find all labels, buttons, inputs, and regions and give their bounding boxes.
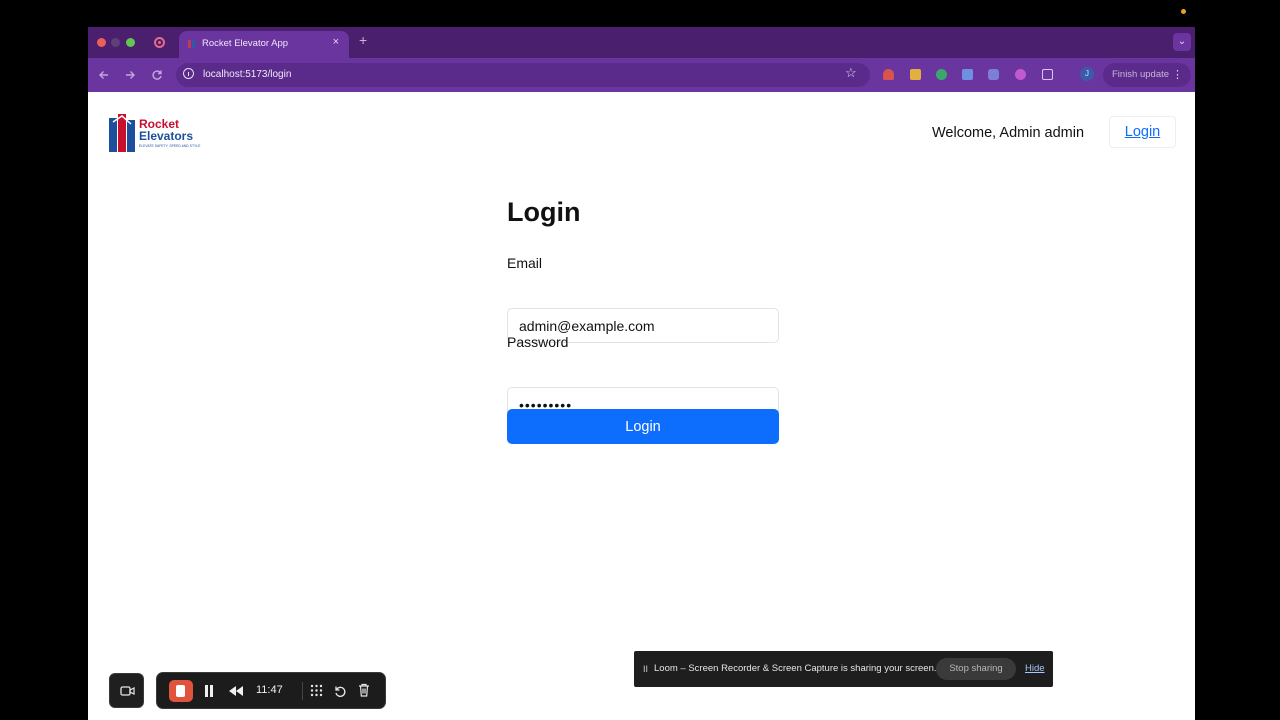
finish-update-button[interactable]: Finish update ⋮ <box>1103 63 1191 87</box>
recording-timer: 11:47 <box>256 684 283 696</box>
pause-recording-icon[interactable] <box>204 685 214 697</box>
kebab-menu-icon[interactable]: ⋮ <box>1172 63 1183 87</box>
logo-tagline: ELEVATE SAFETY, SPEED AND STYLE <box>139 144 201 148</box>
tab-search-button[interactable]: ⌄ <box>1173 33 1191 51</box>
close-window-button[interactable] <box>97 38 106 47</box>
new-tab-button[interactable]: + <box>359 32 367 48</box>
site-info-icon[interactable] <box>183 68 194 79</box>
rewind-icon[interactable] <box>229 686 243 696</box>
loom-extension-icon[interactable] <box>1015 69 1026 80</box>
tab-title: Rocket Elevator App <box>202 38 289 49</box>
translate-extension-icon[interactable] <box>962 69 973 80</box>
favicon-icon <box>188 40 195 48</box>
recorder-controls: 11:47 <box>156 672 386 709</box>
grammarly-extension-icon[interactable] <box>936 69 947 80</box>
page-title: Login <box>507 197 581 227</box>
password-label: Password <box>507 334 569 350</box>
maximize-window-button[interactable] <box>126 38 135 47</box>
hide-sharing-bar-link[interactable]: Hide <box>1025 663 1045 674</box>
finish-update-label: Finish update <box>1112 69 1170 80</box>
pause-icon: II <box>643 664 649 674</box>
header-login-link[interactable]: Login <box>1109 116 1176 148</box>
back-arrow-icon[interactable] <box>98 69 110 81</box>
restart-icon[interactable] <box>334 685 347 698</box>
screen-sharing-bar: II Loom – Screen Recorder & Screen Captu… <box>634 651 1053 687</box>
reload-icon[interactable] <box>151 69 163 81</box>
url-text[interactable]: localhost:5173/login <box>203 69 291 80</box>
login-submit-button[interactable]: Login <box>507 409 779 444</box>
extension-icon-1[interactable] <box>883 69 894 80</box>
recording-indicator-dot <box>1181 9 1186 14</box>
minimize-window-button[interactable] <box>111 38 120 47</box>
browser-toolbar: localhost:5173/login ☆ J Finish update ⋮ <box>88 58 1195 92</box>
forward-arrow-icon[interactable] <box>124 69 136 81</box>
tab-rocket-elevator-app[interactable]: Rocket Elevator App × <box>179 31 349 58</box>
page-content: Rocket Elevators ELEVATE SAFETY, SPEED A… <box>88 92 1195 720</box>
extension-icon-2[interactable] <box>910 69 921 80</box>
camera-icon <box>120 686 135 696</box>
trash-icon[interactable] <box>358 683 370 697</box>
stop-recording-button[interactable] <box>169 680 193 702</box>
controls-divider <box>302 682 303 700</box>
grid-drawing-icon[interactable] <box>310 684 323 697</box>
extension-icon-5[interactable] <box>988 69 999 80</box>
welcome-message: Welcome, Admin admin <box>932 125 1085 141</box>
stop-sharing-button[interactable]: Stop sharing <box>936 658 1016 680</box>
tab-bar: Rocket Elevator App × + ⌄ <box>88 27 1195 58</box>
camera-toggle-button[interactable] <box>109 673 144 708</box>
sharing-message: Loom – Screen Recorder & Screen Capture … <box>654 663 937 674</box>
email-label: Email <box>507 255 543 271</box>
bookmark-star-icon[interactable]: ☆ <box>845 65 857 81</box>
extensions-puzzle-icon[interactable] <box>1042 69 1053 80</box>
logo-line2: Elevators <box>139 129 193 143</box>
profile-avatar[interactable]: J <box>1080 67 1094 81</box>
recording-icon <box>154 37 165 48</box>
tab-close-icon[interactable]: × <box>333 36 339 48</box>
browser-window: Rocket Elevator App × + ⌄ localhost:5173… <box>88 27 1195 720</box>
rocket-elevators-logo[interactable]: Rocket Elevators ELEVATE SAFETY, SPEED A… <box>109 114 215 152</box>
